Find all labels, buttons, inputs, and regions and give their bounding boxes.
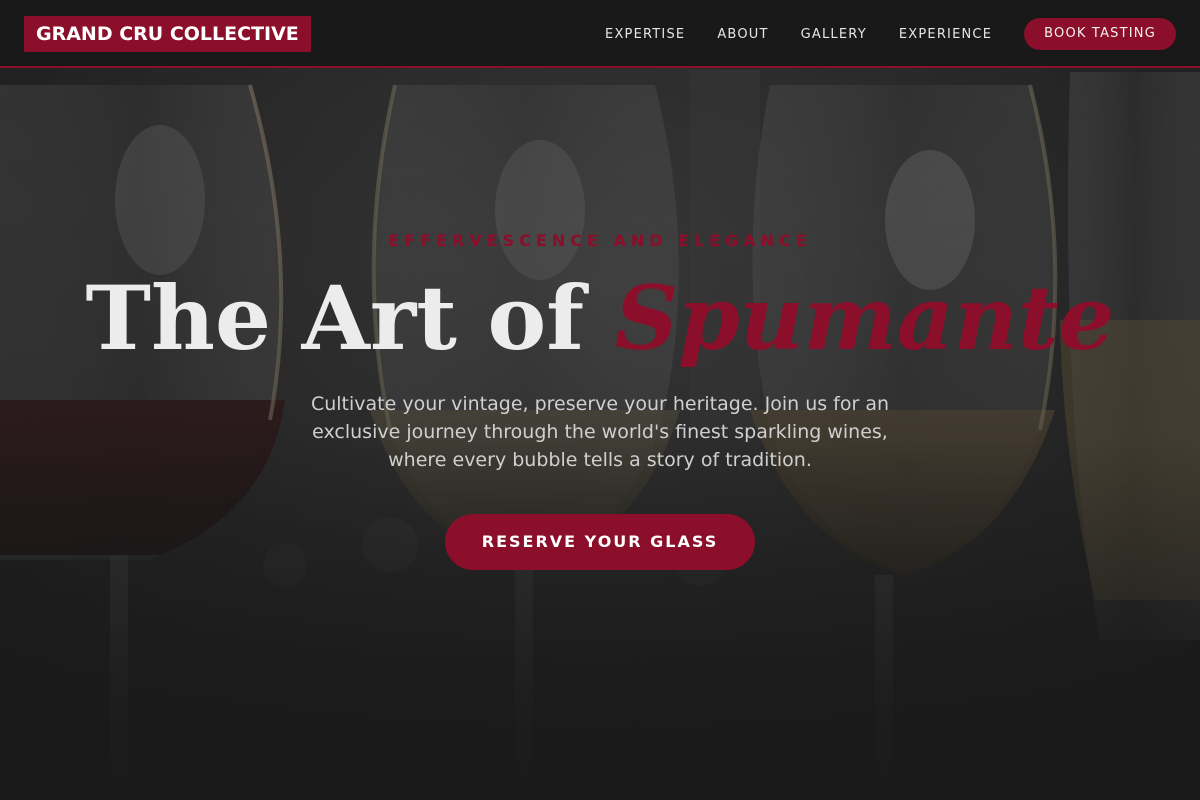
site-header: GRAND CRU COLLECTIVE EXPERTISE ABOUT GAL… [0,0,1200,68]
hero-title-accent: Spumante [614,266,1115,370]
nav-item-about[interactable]: ABOUT [717,27,768,42]
nav-item-expertise[interactable]: EXPERTISE [605,27,685,42]
hero-title: The Art of Spumante [0,263,1200,373]
nav-item-experience[interactable]: EXPERIENCE [899,27,992,42]
main-nav: EXPERTISE ABOUT GALLERY EXPERIENCE BOOK … [605,18,1176,50]
book-tasting-button[interactable]: BOOK TASTING [1024,18,1176,50]
hero-section: EFFERVESCENCE AND ELEGANCE The Art of Sp… [0,68,1200,800]
hero-subtitle: Cultivate your vintage, preserve your he… [310,393,890,471]
brand-logo[interactable]: GRAND CRU COLLECTIVE [24,16,311,52]
landing-page: GRAND CRU COLLECTIVE EXPERTISE ABOUT GAL… [0,0,1200,800]
hero-title-main: The Art of [85,266,615,370]
hero-eyebrow: EFFERVESCENCE AND ELEGANCE [388,231,812,250]
nav-item-gallery[interactable]: GALLERY [801,27,867,42]
reserve-glass-button[interactable]: RESERVE YOUR GLASS [445,514,755,570]
